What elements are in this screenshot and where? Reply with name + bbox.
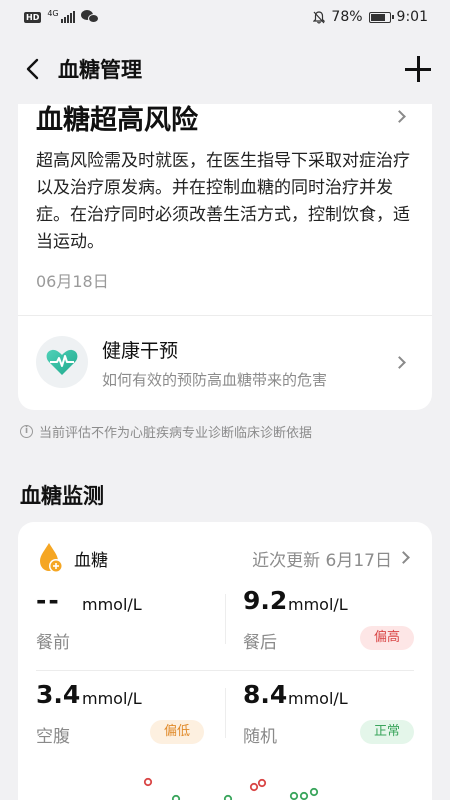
chevron-left-icon (26, 58, 39, 80)
metric-value-fasting: 3.4 (36, 680, 81, 709)
chart-point (257, 778, 267, 788)
glucose-monitor-card[interactable]: 血糖 近次更新 6月17日 -- mmol/L 餐前 9.2 mmol/L 餐后… (18, 522, 432, 800)
hd-badge: HD (24, 11, 42, 23)
chart-point (289, 791, 299, 800)
metric-name-random: 随机 (243, 727, 277, 747)
signal-icon (60, 11, 75, 23)
vertical-divider (225, 594, 226, 644)
status-bar: HD 4G 78% 9:01 (0, 0, 450, 34)
chevron-right-icon[interactable] (397, 551, 410, 564)
clock: 9:01 (396, 9, 428, 25)
health-intervention-title[interactable]: 健康干预 (102, 336, 178, 363)
blood-drop-icon (40, 543, 63, 573)
disclaimer-text: 当前评估不作为心脏疾病专业诊断临床诊断依据 (39, 426, 313, 441)
chart-point (143, 777, 153, 787)
metric-name-pre-meal: 餐前 (36, 633, 70, 653)
back-button[interactable] (20, 57, 44, 81)
metric-name-post-meal: 餐后 (243, 633, 277, 653)
wechat-icon (80, 10, 99, 24)
metric-unit-fasting: mmol/L (82, 689, 142, 708)
metric-unit-post-meal: mmol/L (288, 595, 348, 614)
network-type: 4G (47, 8, 59, 18)
divider (36, 670, 414, 671)
status-left: HD 4G (24, 8, 99, 24)
chart-point (249, 782, 259, 792)
metric-value-post-meal: 9.2 (243, 586, 288, 615)
chart-point (299, 791, 309, 800)
section-title: 血糖监测 (20, 484, 104, 508)
battery-percent: 78% (331, 9, 363, 25)
status-badge-low: 偏低 (150, 720, 205, 744)
chart-point (171, 794, 181, 800)
status-badge-normal: 正常 (359, 720, 414, 744)
chevron-right-icon[interactable] (393, 110, 406, 123)
status-right: 78% 9:01 (313, 9, 428, 25)
risk-card[interactable]: 血糖超高风险 超高风险需及时就医，在医生指导下采取对症治疗以及治疗原发病。并在控… (18, 80, 432, 410)
vertical-divider (225, 688, 226, 738)
battery-icon (368, 11, 394, 23)
add-button[interactable] (404, 55, 432, 83)
divider (18, 315, 432, 316)
metric-unit-random: mmol/L (288, 689, 348, 708)
metric-value-random: 8.4 (243, 680, 288, 709)
last-update[interactable]: 近次更新 6月17日 (252, 546, 392, 571)
glucose-label: 血糖 (74, 551, 108, 571)
app-bar: 血糖管理 (0, 34, 450, 104)
risk-description: 超高风险需及时就医，在医生指导下采取对症治疗以及治疗原发病。并在控制血糖的同时治… (36, 151, 410, 252)
chart-point (223, 794, 233, 800)
info-icon: i (20, 425, 33, 438)
status-badge-high: 偏高 (359, 626, 414, 650)
chart-point (309, 787, 319, 797)
disclaimer: i 当前评估不作为心脏疾病专业诊断临床诊断依据 (20, 422, 312, 441)
risk-date: 06月18日 (36, 272, 109, 291)
glucose-trend-chart (143, 777, 319, 800)
chevron-right-icon[interactable] (393, 356, 406, 369)
page-title: 血糖管理 (58, 58, 142, 82)
metric-unit-pre-meal: mmol/L (82, 595, 142, 614)
metric-name-fasting: 空腹 (36, 727, 70, 747)
bell-off-icon (313, 10, 326, 24)
health-intervention-subtitle: 如何有效的预防高血糖带来的危害 (102, 371, 328, 389)
heart-pulse-icon (36, 336, 88, 388)
metric-value-pre-meal: -- (36, 586, 61, 615)
